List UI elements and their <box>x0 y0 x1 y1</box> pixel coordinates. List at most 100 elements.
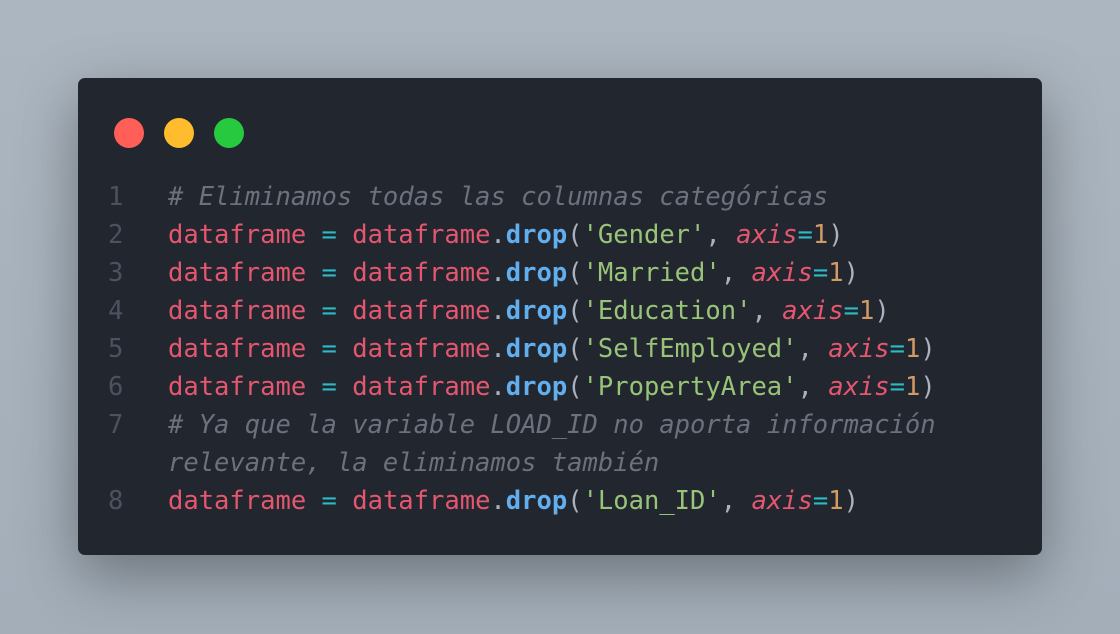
code-line: 1 # Eliminamos todas las columnas categór… <box>108 178 1008 216</box>
line-number: 2 <box>108 220 124 250</box>
code-line: 2 dataframe = dataframe.drop('Gender', ax… <box>108 216 1008 254</box>
token-punc <box>337 334 352 364</box>
token-punc: ( <box>567 258 583 288</box>
token-var: dataframe <box>168 296 307 326</box>
token-punc <box>306 372 321 402</box>
token-fn: drop <box>505 372 568 402</box>
token-var: dataframe <box>352 296 491 326</box>
token-op: = <box>812 258 829 288</box>
token-punc: . <box>490 486 506 516</box>
token-str: 'Married' <box>582 258 721 288</box>
token-punc <box>337 258 352 288</box>
token-punc: ) <box>920 334 936 364</box>
token-op: = <box>321 486 337 516</box>
maximize-button[interactable] <box>214 118 244 148</box>
line-text: # Ya que la variable LOAD_ID no aporta i… <box>168 406 1008 482</box>
code-window: 1 # Eliminamos todas las columnas categór… <box>78 78 1042 555</box>
token-op: = <box>843 296 859 326</box>
token-punc: . <box>490 296 506 326</box>
code-line: 4 dataframe = dataframe.drop('Education',… <box>108 292 1008 330</box>
token-punc <box>306 486 321 516</box>
token-var: dataframe <box>352 220 491 250</box>
line-number: 8 <box>108 486 124 516</box>
line-text: dataframe = dataframe.drop('SelfEmployed… <box>168 330 1008 368</box>
token-punc: , <box>751 296 783 326</box>
token-punc: ) <box>843 486 859 516</box>
token-kw: axis <box>782 296 844 326</box>
token-op: = <box>889 334 905 364</box>
token-var: dataframe <box>352 258 491 288</box>
token-kw: axis <box>751 486 813 516</box>
token-var: dataframe <box>168 334 307 364</box>
code-block: 1 # Eliminamos todas las columnas categór… <box>108 178 1008 520</box>
token-punc: . <box>490 372 506 402</box>
line-number: 7 <box>108 410 124 440</box>
line-text: dataframe = dataframe.drop('PropertyArea… <box>168 368 1008 406</box>
code-line: 8 dataframe = dataframe.drop('Loan_ID', a… <box>108 482 1008 520</box>
token-punc: , <box>705 220 737 250</box>
code-line: 5 dataframe = dataframe.drop('SelfEmploye… <box>108 330 1008 368</box>
token-num: 1 <box>858 296 875 326</box>
token-punc: , <box>720 486 752 516</box>
token-var: dataframe <box>168 486 307 516</box>
token-num: 1 <box>812 220 829 250</box>
token-str: 'Loan_ID' <box>582 486 721 516</box>
line-number: 6 <box>108 372 124 402</box>
token-fn: drop <box>505 486 568 516</box>
token-kw: axis <box>736 220 798 250</box>
token-op: = <box>321 296 337 326</box>
line-number: 4 <box>108 296 124 326</box>
token-op: = <box>321 220 337 250</box>
token-punc: , <box>797 334 829 364</box>
token-punc: . <box>490 220 506 250</box>
token-punc: ( <box>567 220 583 250</box>
token-fn: drop <box>505 334 568 364</box>
token-str: 'PropertyArea' <box>582 372 798 402</box>
token-var: dataframe <box>352 334 491 364</box>
token-punc <box>306 220 321 250</box>
token-punc: ) <box>920 372 936 402</box>
token-punc <box>306 296 321 326</box>
token-str: 'Education' <box>582 296 752 326</box>
token-punc: . <box>490 258 506 288</box>
line-text: dataframe = dataframe.drop('Married', ax… <box>168 254 1008 292</box>
token-fn: drop <box>505 220 568 250</box>
token-num: 1 <box>905 334 921 364</box>
token-fn: drop <box>505 296 568 326</box>
token-op: = <box>321 334 337 364</box>
token-comment: # Ya que la variable LOAD_ID no aporta i… <box>168 410 951 478</box>
token-num: 1 <box>828 486 844 516</box>
token-op: = <box>321 258 337 288</box>
line-number: 3 <box>108 258 124 288</box>
code-line: 7 # Ya que la variable LOAD_ID no aporta … <box>108 406 1008 482</box>
token-op: = <box>797 220 813 250</box>
token-var: dataframe <box>168 372 307 402</box>
token-punc: ( <box>567 296 583 326</box>
token-kw: axis <box>828 334 890 364</box>
minimize-button[interactable] <box>164 118 194 148</box>
token-var: dataframe <box>352 372 491 402</box>
line-text: dataframe = dataframe.drop('Gender', axi… <box>168 216 1008 254</box>
line-text: dataframe = dataframe.drop('Education', … <box>168 292 1008 330</box>
token-kw: axis <box>828 372 890 402</box>
token-punc: , <box>797 372 829 402</box>
close-button[interactable] <box>114 118 144 148</box>
token-punc <box>306 334 321 364</box>
token-punc: , <box>720 258 752 288</box>
token-punc: ( <box>567 372 583 402</box>
code-line: 6 dataframe = dataframe.drop('PropertyAre… <box>108 368 1008 406</box>
token-var: dataframe <box>168 258 307 288</box>
token-punc: ) <box>874 296 890 326</box>
token-punc: ) <box>843 258 859 288</box>
line-text: # Eliminamos todas las columnas categóri… <box>168 178 1008 216</box>
code-line: 3 dataframe = dataframe.drop('Married', a… <box>108 254 1008 292</box>
token-op: = <box>889 372 905 402</box>
token-num: 1 <box>828 258 844 288</box>
line-number: 5 <box>108 334 124 364</box>
token-str: 'Gender' <box>582 220 706 250</box>
token-punc <box>306 258 321 288</box>
token-punc <box>337 220 352 250</box>
token-kw: axis <box>751 258 813 288</box>
line-text: dataframe = dataframe.drop('Loan_ID', ax… <box>168 482 1008 520</box>
token-punc <box>337 486 352 516</box>
